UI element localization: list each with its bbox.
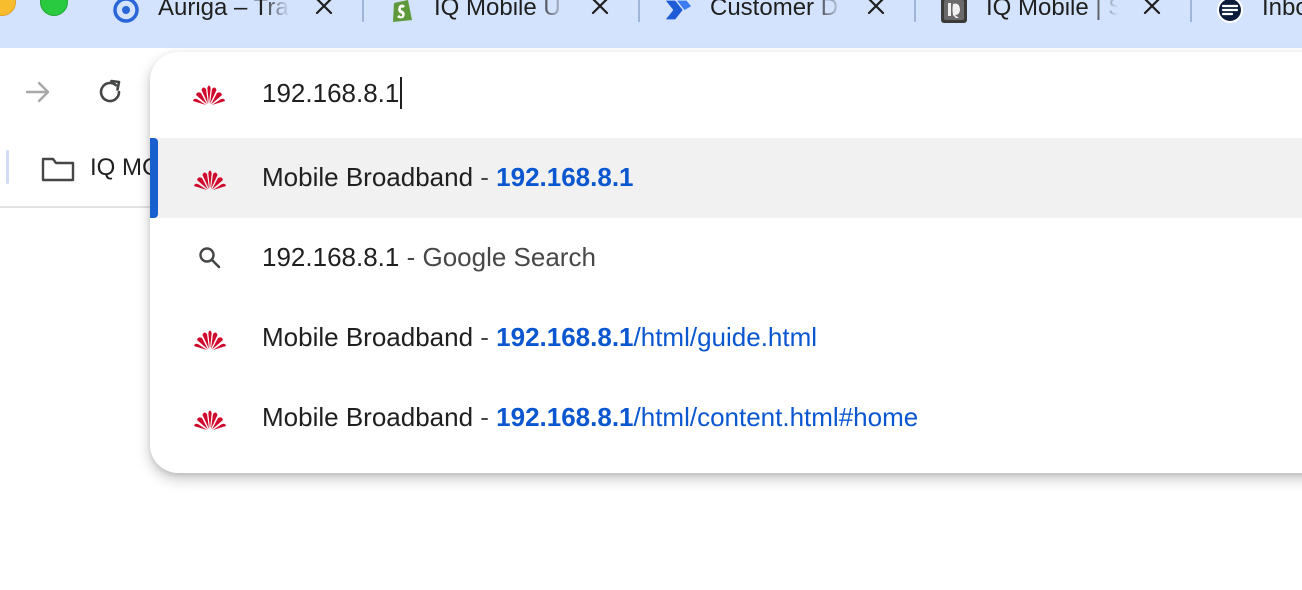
suggestion-url-match: 192.168.8.1 (496, 402, 634, 432)
suggestion-url-rest: /html/content.html#home (633, 402, 919, 432)
suggestion-item[interactable]: 192.168.8.1 - Google Search (150, 218, 1302, 298)
close-tab-icon[interactable] (312, 0, 336, 18)
suggestion-title: Mobile Broadband (262, 162, 474, 192)
tab-separator (362, 0, 364, 22)
tab-separator (1190, 0, 1192, 22)
tab-separator (914, 0, 916, 22)
suggestion-separator: - (399, 242, 423, 272)
tab-title: IQ Mobile U (434, 0, 561, 21)
omnibox-input[interactable]: 192.168.8.1 (262, 77, 403, 109)
huawei-logo-icon (192, 80, 226, 111)
iq-mobile-logo-icon (940, 0, 968, 24)
suggestion-item[interactable]: Mobile Broadband - 192.168.8.1/html/guid… (150, 298, 1302, 378)
suggestion-item[interactable]: Mobile Broadband - 192.168.8.1/html/cont… (150, 378, 1302, 458)
mail-app-icon (1216, 0, 1244, 24)
reload-icon (95, 77, 125, 112)
minimize-window-button[interactable] (0, 0, 16, 16)
close-tab-icon[interactable] (1140, 0, 1164, 18)
shopify-bag-icon (388, 0, 416, 24)
tab-strip: Auriga – Tra IQ Mobile U Customer D IQ M… (0, 0, 1302, 48)
tab-title: Auriga – Tra (158, 0, 289, 21)
close-tab-icon[interactable] (588, 0, 612, 18)
text-caret (400, 77, 403, 109)
tab-title: IQ Mobile | S (986, 0, 1118, 21)
suggestion-text: Mobile Broadband - 192.168.8.1/html/cont… (262, 402, 918, 433)
auriga-ring-icon (112, 0, 140, 24)
suggestion-engine: Google Search (422, 242, 596, 272)
bookmark-folder-label[interactable]: IQ MC (90, 154, 159, 182)
omnibox-input-row[interactable]: 192.168.8.1 (150, 52, 1302, 138)
suggestion-text: 192.168.8.1 - Google Search (262, 242, 596, 273)
suggestion-url-rest: /html/guide.html (633, 322, 818, 352)
suggestion-text: Mobile Broadband - 192.168.8.1 (262, 162, 634, 193)
suggestion-query: 192.168.8.1 (262, 242, 400, 272)
tab-separator (638, 0, 640, 22)
tab-title: Customer D (710, 0, 839, 21)
suggestion-url-match: 192.168.8.1 (496, 162, 634, 192)
suggestion-text: Mobile Broadband - 192.168.8.1/html/guid… (262, 322, 817, 353)
blue-chevron-logo-icon (664, 0, 692, 24)
suggestion-title: Mobile Broadband (262, 322, 474, 352)
forward-button[interactable] (20, 76, 56, 112)
forward-arrow-icon (23, 77, 53, 112)
tab-title: Inbo (1262, 0, 1302, 21)
huawei-logo-icon (192, 404, 228, 432)
reload-button[interactable] (92, 76, 128, 112)
suggestion-url-match: 192.168.8.1 (496, 322, 634, 352)
omnibox-dropdown: 192.168.8.1 Mobile Broadband - 192.168.8… (150, 52, 1302, 473)
suggestion-url: 192.168.8.1 (496, 162, 633, 192)
folder-icon (40, 154, 76, 189)
huawei-logo-icon (192, 324, 228, 352)
close-tab-icon[interactable] (864, 0, 888, 18)
suggestion-url: 192.168.8.1/html/content.html#home (496, 402, 918, 432)
zoom-window-button[interactable] (40, 0, 68, 16)
huawei-logo-icon (192, 164, 228, 192)
search-icon (192, 244, 228, 272)
suggestion-separator: - (473, 162, 497, 192)
omnibox-input-value: 192.168.8.1 (262, 77, 400, 108)
suggestion-title: Mobile Broadband (262, 402, 474, 432)
suggestion-url: 192.168.8.1/html/guide.html (496, 322, 817, 352)
bookmarks-divider (6, 150, 9, 184)
suggestion-separator: - (473, 322, 497, 352)
bookmark-folder-iq[interactable] (40, 154, 76, 189)
suggestion-item[interactable]: Mobile Broadband - 192.168.8.1 (150, 138, 1302, 218)
suggestion-separator: - (473, 402, 497, 432)
